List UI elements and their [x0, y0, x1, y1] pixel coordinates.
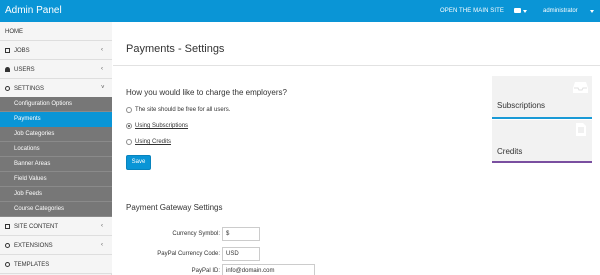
sidebar-item-label: SITE CONTENT: [14, 224, 59, 230]
app-title[interactable]: Admin Panel: [5, 5, 62, 16]
grid-icon: [5, 48, 11, 53]
open-main-site-link[interactable]: OPEN THE MAIN SITE: [440, 8, 504, 14]
envelope-icon: [514, 8, 521, 13]
sidebar-subitem-configuration-options[interactable]: Configuration Options: [0, 97, 112, 112]
chevron-left-icon: ‹: [101, 223, 103, 229]
top-navbar: Admin Panel OPEN THE MAIN SITE administr…: [0, 0, 600, 22]
sidebar-item-label: USERS: [14, 67, 35, 73]
radio-button[interactable]: [126, 107, 132, 113]
circle-icon: [5, 262, 11, 267]
paypal-id-input[interactable]: info@domain.com: [222, 264, 315, 275]
sidebar-subitem-job-categories[interactable]: Job Categories: [0, 127, 112, 142]
sidebar-subitem-label: Banner Areas: [14, 161, 51, 167]
user-icon: [5, 67, 11, 72]
sidebar-item-label: EXTENSIONS: [14, 243, 53, 249]
chevron-left-icon: ‹: [101, 47, 103, 53]
divider: [113, 65, 600, 66]
sidebar-item-label: TEMPLATES: [14, 262, 50, 268]
caret-down-icon: [590, 10, 594, 13]
circle-icon: [5, 243, 11, 248]
document-icon: [576, 123, 586, 139]
gear-icon: [5, 86, 11, 91]
radio-label[interactable]: Using Credits: [135, 139, 171, 145]
radio-label: The site should be free for all users.: [135, 107, 231, 113]
sidebar-item-settings[interactable]: SETTINGS ˅: [0, 79, 112, 98]
card-label: Subscriptions: [497, 101, 546, 110]
sidebar-subitem-banner-areas[interactable]: Banner Areas: [0, 157, 112, 172]
sidebar-item-jobs[interactable]: JOBS ‹: [0, 41, 112, 60]
card-label: Credits: [497, 147, 523, 156]
gateway-settings-heading: Payment Gateway Settings: [126, 203, 223, 212]
sidebar-item-label: HOME: [5, 29, 23, 35]
messages-dropdown[interactable]: [514, 7, 530, 15]
currency-symbol-label: Currency Symbol:: [172, 231, 220, 237]
sidebar-item-users[interactable]: USERS ‹: [0, 60, 112, 79]
sidebar-subitem-locations[interactable]: Locations: [0, 142, 112, 157]
paypal-id-label: PayPal ID:: [191, 268, 220, 274]
user-menu[interactable]: administrator: [543, 8, 578, 14]
sidebar-subitem-label: Job Categories: [14, 131, 55, 137]
sidebar-item-extensions[interactable]: EXTENSIONS ‹: [0, 236, 112, 255]
sidebar: HOME JOBS ‹ USERS ‹ SETTINGS ˅ Configura…: [0, 22, 112, 275]
sidebar-subitem-field-values[interactable]: Field Values: [0, 172, 112, 187]
chevron-left-icon: ‹: [101, 66, 103, 72]
radio-button[interactable]: [126, 139, 132, 145]
sidebar-subitem-label: Configuration Options: [14, 101, 73, 107]
sidebar-item-templates[interactable]: TEMPLATES: [0, 255, 112, 274]
sidebar-subitem-label: Course Categories: [14, 206, 65, 212]
sidebar-item-site-content[interactable]: SITE CONTENT ‹: [0, 217, 112, 236]
subscriptions-card[interactable]: Subscriptions: [492, 76, 592, 119]
sidebar-subitem-label: Locations: [14, 146, 40, 152]
save-button[interactable]: Save: [126, 155, 151, 170]
radio-label[interactable]: Using Subscriptions: [135, 123, 188, 129]
sidebar-subitem-payments[interactable]: Payments: [0, 112, 112, 127]
radio-button[interactable]: [126, 123, 132, 129]
inbox-icon: [573, 80, 588, 96]
paypal-currency-code-input[interactable]: USD: [222, 247, 260, 261]
currency-symbol-input[interactable]: $: [222, 227, 260, 241]
grid-icon: [5, 224, 11, 229]
charge-question-heading: How you would like to charge the employe…: [126, 88, 287, 97]
page-title: Payments - Settings: [126, 43, 225, 55]
paypal-currency-code-label: PayPal Currency Code:: [157, 251, 220, 257]
chevron-left-icon: ‹: [101, 242, 103, 248]
chevron-down-icon: ˅: [101, 85, 105, 91]
sidebar-item-label: SETTINGS: [14, 86, 45, 92]
card-accent-bar: [492, 117, 592, 119]
sidebar-subitem-label: Field Values: [14, 176, 47, 182]
card-accent-bar: [492, 161, 592, 163]
sidebar-subitem-course-categories[interactable]: Course Categories: [0, 202, 112, 217]
sidebar-item-label: JOBS: [14, 48, 30, 54]
caret-down-icon: [523, 10, 527, 13]
sidebar-subitem-job-feeds[interactable]: Job Feeds: [0, 187, 112, 202]
sidebar-subitem-label: Job Feeds: [14, 191, 43, 197]
sidebar-item-home[interactable]: HOME: [0, 22, 112, 41]
credits-card[interactable]: Credits: [492, 120, 592, 163]
sidebar-subitem-label: Payments: [14, 116, 41, 122]
